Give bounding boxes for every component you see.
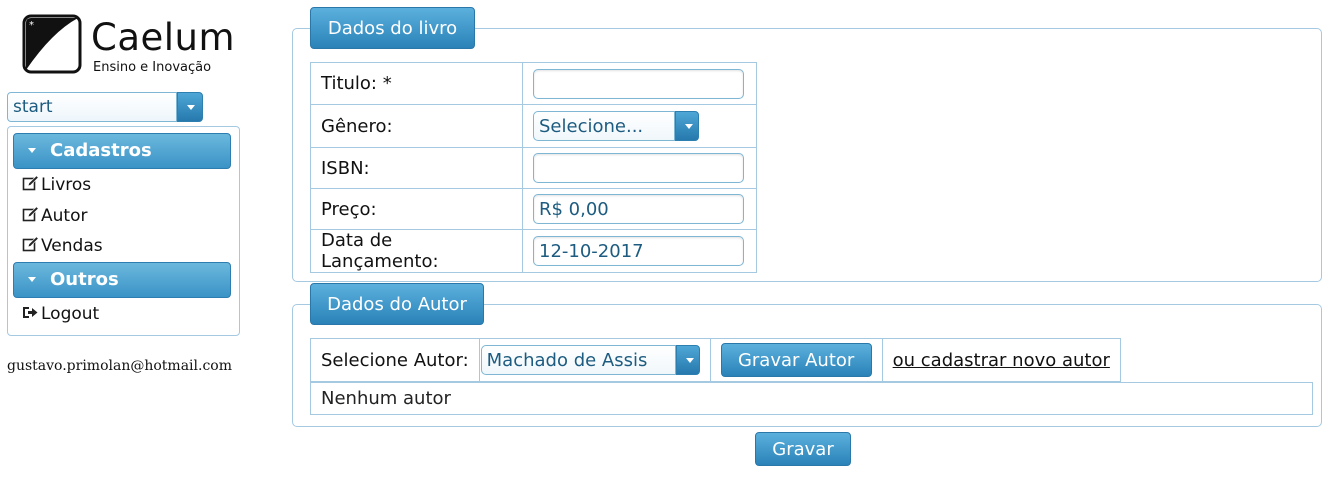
menu-header-label: Cadastros [50,140,152,161]
genero-label: Gênero: [310,104,523,148]
theme-dropdown-button[interactable] [177,92,203,122]
menu-item-label: Livros [41,175,92,195]
sign-out-icon [23,307,38,318]
autores-empty-message: Nenhum autor [310,382,1313,415]
autor-form-table: Selecione Autor: Machado de Assis Gravar… [310,338,1121,382]
menu-header-cadastros[interactable]: Cadastros [13,133,231,169]
data-lancamento-input[interactable] [533,236,744,266]
svg-text:*: * [29,20,34,31]
table-row: Data de Lançamento: [310,229,757,273]
table-row: Selecione Autor: Machado de Assis Gravar… [310,338,1121,382]
data-lancamento-label: Data de Lançamento: [310,229,523,273]
menu-item-vendas[interactable]: Vendas [22,236,103,260]
menu-header-label: Outros [50,269,119,290]
preco-input[interactable] [533,194,744,224]
menu-item-label: Vendas [41,236,103,256]
table-row: ISBN: [310,147,757,189]
edit-icon [22,236,39,252]
gravar-autor-button[interactable]: Gravar Autor [720,343,872,377]
isbn-input[interactable] [533,153,744,183]
genero-select-field[interactable]: Selecione... [533,111,675,141]
genero-dropdown-button[interactable] [675,111,699,141]
autor-select[interactable]: Machado de Assis [480,345,700,375]
triangle-down-icon [28,148,36,153]
edit-icon [22,175,39,191]
theme-selected-value: start [13,97,53,117]
menu-item-logout[interactable]: Logout [22,304,99,328]
edit-icon [22,206,39,222]
theme-select-field[interactable]: start [7,92,177,122]
table-row: Titulo: * [310,62,757,105]
menu-item-livros[interactable]: Livros [22,175,91,199]
selecione-autor-label: Selecione Autor: [310,338,480,382]
sidebar-menu: Cadastros Livros Autor Vendas Outros Log… [7,126,240,336]
autor-dropdown-button[interactable] [675,345,700,375]
user-email: gustavo.primolan@hotmail.com [7,358,232,374]
autor-select-field[interactable]: Machado de Assis [480,345,676,375]
cadastrar-novo-autor-link[interactable]: ou cadastrar novo autor [893,350,1110,371]
gravar-button[interactable]: Gravar [755,432,851,466]
menu-header-outros[interactable]: Outros [13,262,231,298]
menu-item-label: Autor [41,206,88,226]
genero-selected-value: Selecione... [539,116,644,137]
preco-label: Preço: [310,188,523,230]
legend-dados-autor: Dados do Autor [310,283,484,325]
isbn-label: ISBN: [310,147,523,189]
legend-dados-livro: Dados do livro [310,7,475,49]
logo-name: Caelum [91,16,236,59]
table-row: Gênero: Selecione... [310,104,757,148]
triangle-down-icon [28,277,36,282]
logo-tagline: Ensino e Inovação [93,60,212,75]
logo-mark-icon: * [22,14,82,74]
genero-select[interactable]: Selecione... [533,111,699,141]
titulo-input[interactable] [533,68,744,99]
livro-form-table: Titulo: * Gênero: Selecione... ISBN: Pre… [310,62,757,273]
caelum-logo: * Caelum Ensino e Inovação [22,14,235,78]
autor-selected-value: Machado de Assis [486,350,648,371]
theme-switcher[interactable]: start [7,92,203,122]
menu-item-label: Logout [41,304,100,324]
menu-item-autor[interactable]: Autor [22,206,87,230]
titulo-label: Titulo: * [310,62,523,105]
table-row: Preço: [310,188,757,230]
